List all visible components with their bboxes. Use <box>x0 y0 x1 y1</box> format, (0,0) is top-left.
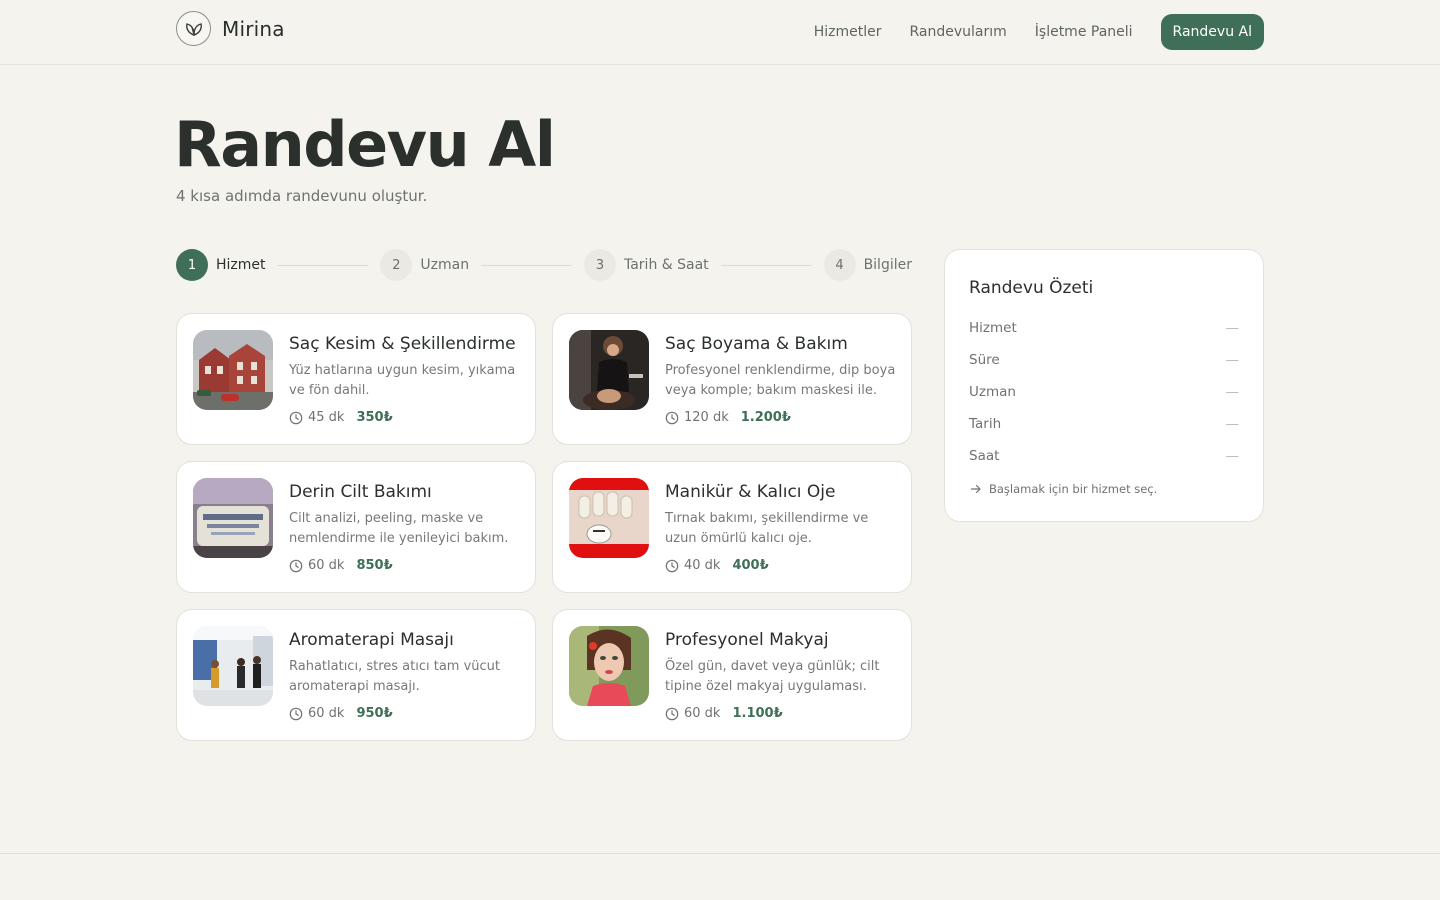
summary-row-saat: Saat — <box>969 448 1239 468</box>
service-duration: 40 dk <box>684 558 721 573</box>
summary-label: Saat <box>969 448 1000 464</box>
service-meta: 40 dk 400₺ <box>665 558 769 573</box>
step-tarih-saat[interactable]: 3 Tarih & Saat <box>583 249 709 281</box>
booking-stepper: 1 Hizmet 2 Uzman 3 Tarih & Saat 4 Bilgil… <box>176 249 912 281</box>
service-price: 350₺ <box>356 410 393 425</box>
clock-icon <box>665 559 679 573</box>
service-price: 400₺ <box>732 558 769 573</box>
summary-value: — <box>1225 320 1240 336</box>
step-hizmet[interactable]: 1 Hizmet <box>176 249 266 281</box>
service-meta: 120 dk 1.200₺ <box>665 410 791 425</box>
summary-label: Süre <box>969 352 1000 368</box>
service-title: Profesyonel Makyaj <box>665 630 829 650</box>
main-nav: Hizmetler Randevularım İşletme Paneli Ra… <box>814 14 1264 50</box>
service-card-cilt-bakimi[interactable]: Derin Cilt Bakımı Cilt analizi, peeling,… <box>176 461 536 593</box>
book-appointment-button[interactable]: Randevu Al <box>1160 14 1264 50</box>
arrow-right-icon <box>969 482 983 496</box>
summary-hint-text: Başlamak için bir hizmet seç. <box>989 482 1158 496</box>
service-thumbnail <box>193 330 273 410</box>
step-number: 3 <box>583 249 616 281</box>
service-card-manikur[interactable]: Manikür & Kalıcı Oje Tırnak bakımı, şeki… <box>552 461 912 593</box>
summary-value: — <box>1225 352 1240 368</box>
step-bilgiler[interactable]: 4 Bilgiler <box>823 249 912 281</box>
clock-icon <box>289 411 303 425</box>
page-subtitle: 4 kısa adımda randevunu oluştur. <box>176 187 428 205</box>
service-card-sac-boyama[interactable]: Saç Boyama & Bakım Profesyonel renklendi… <box>552 313 912 445</box>
service-description: Cilt analizi, peeling, maske ve nemlendi… <box>289 511 509 546</box>
step-uzman[interactable]: 2 Uzman <box>380 249 469 281</box>
summary-row-tarih: Tarih — <box>969 416 1239 436</box>
summary-label: Uzman <box>969 384 1016 400</box>
service-title: Saç Boyama & Bakım <box>665 334 848 354</box>
service-thumbnail <box>193 478 273 558</box>
summary-title: Randevu Özeti <box>969 278 1094 298</box>
summary-label: Hizmet <box>969 320 1017 336</box>
step-label: Uzman <box>420 257 470 273</box>
service-price: 850₺ <box>356 558 393 573</box>
summary-label: Tarih <box>969 416 1002 432</box>
page-title: Randevu Al <box>174 108 556 181</box>
service-description: Yüz hatlarına uygun kesim, yıkama ve fön… <box>289 363 516 398</box>
service-thumbnail <box>569 330 649 410</box>
service-meta: 60 dk 850₺ <box>289 558 393 573</box>
step-connector <box>481 264 572 266</box>
service-card-aromaterapi[interactable]: Aromaterapi Masajı Rahatlatıcı, stres at… <box>176 609 536 741</box>
summary-value: — <box>1225 448 1240 464</box>
footer-divider <box>0 853 1440 854</box>
summary-row-uzman: Uzman — <box>969 384 1239 404</box>
service-card-sac-kesim[interactable]: Saç Kesim & Şekillendirme Yüz hatlarına … <box>176 313 536 445</box>
summary-row-hizmet: Hizmet — <box>969 320 1239 340</box>
service-price: 1.200₺ <box>740 410 791 425</box>
brand-name: Mirina <box>222 16 285 41</box>
leaf-icon <box>176 11 211 46</box>
service-card-makyaj[interactable]: Profesyonel Makyaj Özel gün, davet veya … <box>552 609 912 741</box>
service-meta: 60 dk 950₺ <box>289 706 393 721</box>
step-connector <box>277 264 369 266</box>
step-number: 2 <box>380 249 413 281</box>
step-label: Bilgiler <box>863 257 912 273</box>
summary-hint: Başlamak için bir hizmet seç. <box>969 482 1157 496</box>
service-duration: 45 dk <box>308 410 345 425</box>
brand-home-link[interactable]: Mirina <box>176 11 285 46</box>
summary-value: — <box>1225 416 1240 432</box>
service-title: Derin Cilt Bakımı <box>289 482 432 502</box>
service-thumbnail <box>193 626 273 706</box>
nav-link-hizmetler[interactable]: Hizmetler <box>814 24 882 40</box>
service-price: 1.100₺ <box>732 706 783 721</box>
summary-value: — <box>1225 384 1240 400</box>
nav-link-randevularim[interactable]: Randevularım <box>909 24 1006 40</box>
service-meta: 60 dk 1.100₺ <box>665 706 783 721</box>
clock-icon <box>289 707 303 721</box>
summary-row-sure: Süre — <box>969 352 1239 372</box>
service-title: Manikür & Kalıcı Oje <box>665 482 836 502</box>
nav-link-isletme-paneli[interactable]: İşletme Paneli <box>1035 24 1133 40</box>
service-description: Tırnak bakımı, şekillendirme ve uzun ömü… <box>665 511 869 546</box>
clock-icon <box>665 707 679 721</box>
service-description: Profesyonel renklendirme, dip boya veya … <box>665 363 896 398</box>
service-thumbnail <box>569 626 649 706</box>
service-meta: 45 dk 350₺ <box>289 410 393 425</box>
appointment-summary-panel: Randevu Özeti Hizmet — Süre — Uzman — Ta… <box>944 249 1264 522</box>
service-description: Özel gün, davet veya günlük; cilt tipine… <box>665 659 880 694</box>
step-label: Tarih & Saat <box>623 257 709 273</box>
service-duration: 60 dk <box>308 706 345 721</box>
service-thumbnail <box>569 478 649 558</box>
step-number: 4 <box>823 249 856 281</box>
service-price: 950₺ <box>356 706 393 721</box>
service-duration: 60 dk <box>308 558 345 573</box>
clock-icon <box>665 411 679 425</box>
step-connector <box>720 264 812 266</box>
top-navbar: Mirina Hizmetler Randevularım İşletme Pa… <box>0 0 1440 65</box>
service-title: Aromaterapi Masajı <box>289 630 454 650</box>
step-label: Hizmet <box>216 257 266 273</box>
service-title: Saç Kesim & Şekillendirme <box>289 334 516 354</box>
clock-icon <box>289 559 303 573</box>
service-duration: 60 dk <box>684 706 721 721</box>
service-duration: 120 dk <box>684 410 729 425</box>
step-number: 1 <box>176 249 208 281</box>
service-description: Rahatlatıcı, stres atıcı tam vücut aroma… <box>289 659 501 694</box>
